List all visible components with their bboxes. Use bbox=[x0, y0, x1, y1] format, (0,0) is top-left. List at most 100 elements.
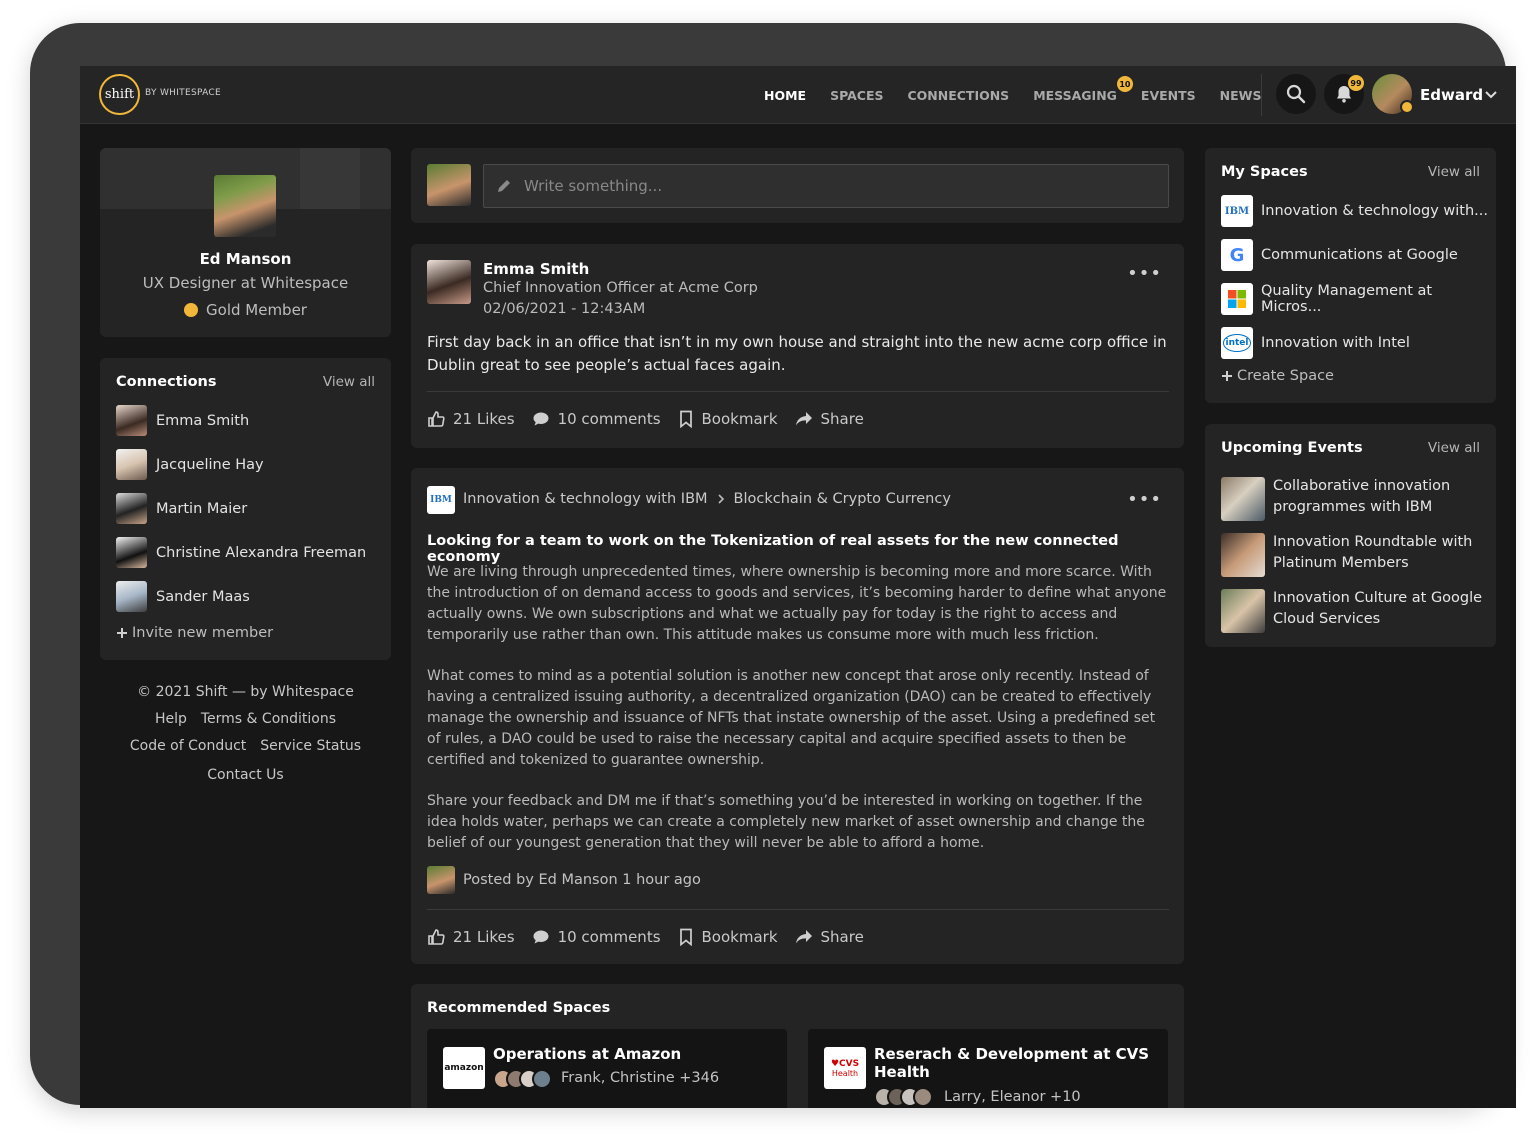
bookmark-label: Bookmark bbox=[701, 410, 778, 428]
contact-link[interactable]: Contact Us bbox=[207, 767, 283, 783]
app-screen: shift BY WHITESPACE HOME SPACES CONNECTI… bbox=[80, 66, 1516, 1108]
chevron-down-icon[interactable] bbox=[1484, 88, 1498, 102]
event-name: Innovation Culture at Google Cloud Servi… bbox=[1273, 590, 1483, 627]
member-avatar bbox=[532, 1069, 552, 1089]
create-space-link[interactable]: Create Space bbox=[1221, 368, 1334, 384]
user-avatar[interactable] bbox=[1372, 74, 1414, 114]
event-thumbnail bbox=[1221, 477, 1265, 521]
bookmark-button[interactable]: Bookmark bbox=[678, 410, 778, 428]
nav-home[interactable]: HOME bbox=[764, 88, 806, 103]
recommended-space-item[interactable]: ♥CVS Health Reserach & Development at CV… bbox=[808, 1029, 1168, 1108]
event-thumbnail bbox=[1221, 589, 1265, 633]
poster-avatar[interactable] bbox=[427, 866, 455, 894]
terms-link[interactable]: Terms & Conditions bbox=[201, 711, 336, 727]
post-title[interactable]: Looking for a team to work on the Tokeni… bbox=[427, 533, 1172, 565]
post-actions: 21 Likes 10 comments Bookmark Share bbox=[427, 928, 881, 946]
comment-button[interactable]: 10 comments bbox=[532, 928, 661, 946]
recommended-space-name: Reserach & Development at CVS Health bbox=[874, 1045, 1150, 1081]
space-item[interactable]: intel Innovation with Intel bbox=[1221, 327, 1410, 359]
connection-name: Sander Maas bbox=[156, 588, 250, 605]
like-button[interactable]: 21 Likes bbox=[427, 410, 515, 428]
main-nav: HOME SPACES CONNECTIONS MESSAGING 10 EVEN… bbox=[764, 76, 1285, 103]
connection-avatar bbox=[116, 493, 147, 524]
connection-item[interactable]: Martin Maier bbox=[116, 493, 247, 524]
connections-view-all[interactable]: View all bbox=[323, 374, 375, 390]
comments-count: 10 comments bbox=[557, 410, 661, 428]
like-button[interactable]: 21 Likes bbox=[427, 928, 515, 946]
ibm-logo[interactable]: IBM bbox=[427, 486, 455, 514]
connection-item[interactable]: Christine Alexandra Freeman bbox=[116, 537, 366, 568]
connection-avatar bbox=[116, 449, 147, 480]
nav-messaging-label: MESSAGING bbox=[1033, 88, 1117, 103]
more-options-icon[interactable]: ••• bbox=[1127, 489, 1162, 510]
help-link[interactable]: Help bbox=[155, 711, 187, 727]
composer-placeholder: Write something... bbox=[524, 177, 663, 195]
share-button[interactable]: Share bbox=[795, 928, 864, 946]
bookmark-button[interactable]: Bookmark bbox=[678, 928, 778, 946]
member-avatar bbox=[913, 1087, 933, 1107]
comment-button[interactable]: 10 comments bbox=[532, 410, 661, 428]
invite-label: Invite new member bbox=[132, 625, 274, 641]
nav-messaging[interactable]: MESSAGING 10 bbox=[1033, 76, 1133, 103]
bookmark-icon bbox=[679, 410, 692, 428]
nav-events[interactable]: EVENTS bbox=[1141, 88, 1196, 103]
recommended-space-item[interactable]: amazon Operations at Amazon Frank, Chris… bbox=[427, 1029, 787, 1108]
posted-by-text: Posted by Ed Manson 1 hour ago bbox=[463, 872, 701, 888]
shift-logo[interactable]: shift bbox=[99, 74, 140, 115]
event-item[interactable]: Collaborative innovation programmes with… bbox=[1221, 476, 1483, 521]
likes-count: 21 Likes bbox=[453, 928, 515, 946]
connections-card: Connections View all Emma Smith Jacqueli… bbox=[100, 358, 391, 660]
status-dot bbox=[1400, 100, 1414, 114]
post-author[interactable]: Emma Smith bbox=[483, 260, 589, 278]
event-item[interactable]: Innovation Culture at Google Cloud Servi… bbox=[1221, 588, 1483, 633]
my-spaces-view-all[interactable]: View all bbox=[1428, 164, 1480, 180]
google-logo: G bbox=[1221, 239, 1253, 271]
event-thumbnail bbox=[1221, 533, 1265, 577]
recommended-title: Recommended Spaces bbox=[427, 1000, 611, 1016]
events-view-all[interactable]: View all bbox=[1428, 440, 1480, 456]
composer-input[interactable]: Write something... bbox=[483, 164, 1169, 208]
code-of-conduct-link[interactable]: Code of Conduct bbox=[130, 738, 246, 754]
top-navigation-bar: shift BY WHITESPACE HOME SPACES CONNECTI… bbox=[80, 66, 1516, 124]
search-button[interactable] bbox=[1276, 74, 1316, 114]
upcoming-events-card: Upcoming Events View all Collaborative i… bbox=[1205, 424, 1496, 647]
share-icon bbox=[795, 412, 812, 426]
space-item[interactable]: Quality Management at Micros... bbox=[1221, 283, 1496, 315]
nav-spaces[interactable]: SPACES bbox=[830, 88, 883, 103]
thumbs-up-icon bbox=[428, 411, 445, 427]
messaging-badge: 10 bbox=[1116, 76, 1133, 92]
user-name[interactable]: Edward bbox=[1420, 86, 1483, 104]
recommended-spaces-card: Recommended Spaces amazon Operations at … bbox=[411, 984, 1184, 1108]
space-item[interactable]: G Communications at Google bbox=[1221, 239, 1458, 271]
breadcrumb-space[interactable]: Innovation & technology with IBM bbox=[463, 491, 708, 507]
chevron-right-icon bbox=[717, 494, 724, 504]
nav-connections[interactable]: CONNECTIONS bbox=[907, 88, 1009, 103]
connection-item[interactable]: Sander Maas bbox=[116, 581, 250, 612]
post-composer: Write something... bbox=[411, 148, 1184, 223]
profile-picture[interactable] bbox=[214, 175, 276, 237]
cvs-logo-subtext: Health bbox=[831, 1068, 859, 1078]
share-button[interactable]: Share bbox=[795, 410, 864, 428]
profile-name[interactable]: Ed Manson bbox=[100, 250, 391, 268]
member-avatars bbox=[874, 1087, 933, 1107]
space-item[interactable]: IBM Innovation & technology with... bbox=[1221, 195, 1488, 227]
notifications-badge: 99 bbox=[1348, 75, 1364, 91]
connection-item[interactable]: Jacqueline Hay bbox=[116, 449, 264, 480]
posted-by: Posted by Ed Manson 1 hour ago bbox=[427, 866, 701, 894]
microsoft-squares-icon bbox=[1228, 290, 1246, 308]
membership-status: Gold Member bbox=[100, 301, 391, 319]
post-author-title: Chief Innovation Officer at Acme Corp bbox=[483, 280, 758, 296]
breadcrumb-topic[interactable]: Blockchain & Crypto Currency bbox=[734, 491, 951, 507]
space-name: Communications at Google bbox=[1261, 247, 1458, 263]
plus-icon bbox=[1222, 371, 1232, 381]
invite-member-link[interactable]: Invite new member bbox=[116, 625, 273, 641]
post-card: Emma Smith Chief Innovation Officer at A… bbox=[411, 244, 1184, 448]
service-status-link[interactable]: Service Status bbox=[260, 738, 361, 754]
connection-item[interactable]: Emma Smith bbox=[116, 405, 249, 436]
event-item[interactable]: Innovation Roundtable with Platinum Memb… bbox=[1221, 532, 1483, 577]
notifications-button[interactable]: 99 bbox=[1324, 74, 1364, 114]
nav-news[interactable]: NEWS bbox=[1220, 88, 1262, 103]
more-options-icon[interactable]: ••• bbox=[1127, 263, 1162, 284]
search-icon bbox=[1286, 84, 1306, 104]
author-avatar[interactable] bbox=[427, 260, 471, 304]
